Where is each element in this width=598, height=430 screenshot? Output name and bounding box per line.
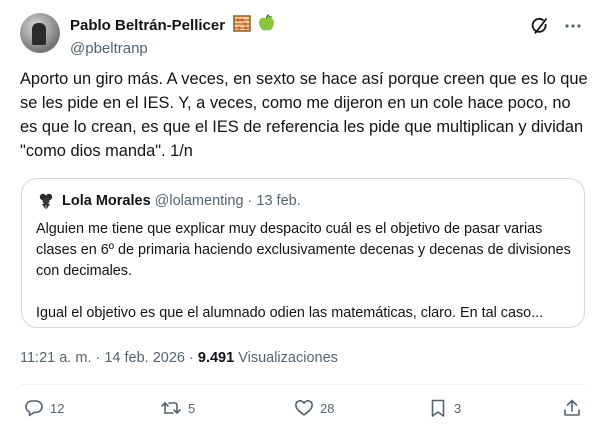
share-button[interactable] <box>562 398 582 418</box>
repost-count: 5 <box>188 400 196 416</box>
repost-icon <box>160 398 182 418</box>
views-count: 9.491 <box>197 350 235 366</box>
more-options-icon[interactable] <box>564 17 582 40</box>
divider <box>20 384 586 385</box>
avatar-figure <box>32 23 46 45</box>
author-avatar[interactable] <box>20 13 60 53</box>
reply-button[interactable]: 12 <box>24 398 64 418</box>
quoted-header: Lola Morales @lolamenting · 13 feb. <box>36 191 301 211</box>
reply-count: 12 <box>50 400 65 416</box>
quoted-avatar-icon <box>36 191 56 211</box>
quoted-tweet[interactable]: Lola Morales @lolamenting · 13 feb. Algu… <box>21 178 585 328</box>
views-label: Visualizaciones <box>234 350 338 366</box>
abacus-icon <box>232 14 251 37</box>
tweet-timestamp[interactable]: 11:21 a. m. · 14 feb. 2026 · <box>20 350 198 366</box>
bookmark-button[interactable]: 3 <box>428 398 461 418</box>
heart-icon <box>294 398 314 418</box>
like-button[interactable]: 28 <box>294 398 334 418</box>
quoted-body: Alguien me tiene que explicar muy despac… <box>36 219 574 324</box>
tweet-top-actions <box>530 16 582 41</box>
author-name[interactable]: Pablo Beltrán-Pellicer <box>70 17 225 35</box>
green-apple-icon <box>258 14 275 37</box>
tweet-meta: 11:21 a. m. · 14 feb. 2026 · 9.491 Visua… <box>20 349 338 367</box>
repost-button[interactable]: 5 <box>160 398 195 418</box>
author-handle[interactable]: @pbeltranp <box>70 40 275 58</box>
share-icon <box>562 398 582 418</box>
author-block: Pablo Beltrán-Pellicer @pbeltranp <box>70 14 275 58</box>
quoted-author-name[interactable]: Lola Morales <box>62 191 151 211</box>
tweet-text: Aporto un giro más. A veces, en sexto se… <box>20 70 588 160</box>
like-count: 28 <box>320 400 335 416</box>
bookmark-icon <box>428 398 448 418</box>
quoted-paragraph-2: Igual el objetivo es que el alumnado odi… <box>36 305 544 321</box>
quoted-handle-date[interactable]: @lolamenting · 13 feb. <box>155 191 301 211</box>
action-bar: 12 5 28 3 <box>24 398 584 422</box>
reply-icon <box>24 398 44 418</box>
bookmark-count: 3 <box>454 400 462 416</box>
grok-icon[interactable] <box>530 16 550 41</box>
quoted-paragraph-1: Alguien me tiene que explicar muy despac… <box>36 221 571 279</box>
